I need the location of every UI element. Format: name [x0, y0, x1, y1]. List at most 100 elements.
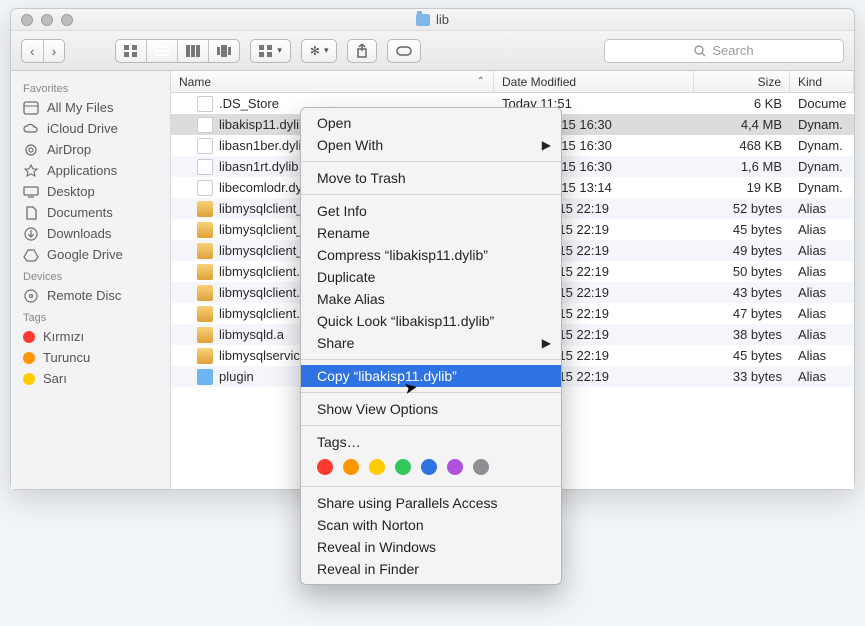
forward-button[interactable]: ›: [43, 40, 65, 62]
menu-share[interactable]: Share▶: [301, 332, 561, 354]
file-kind: Alias: [790, 285, 854, 300]
menu-show-view-options[interactable]: Show View Options: [301, 398, 561, 420]
menu-quick-look[interactable]: Quick Look “libakisp11.dylib”: [301, 310, 561, 332]
file-kind: Alias: [790, 222, 854, 237]
nav-back-forward: ‹ ›: [21, 39, 65, 63]
sidebar-header-tags: Tags: [23, 312, 170, 324]
toolbar: ‹ › ▾ ✻▾: [11, 31, 854, 71]
sidebar-item[interactable]: AirDrop: [19, 139, 170, 160]
menu-duplicate[interactable]: Duplicate: [301, 266, 561, 288]
downloads-icon: [23, 227, 39, 241]
sidebar-item[interactable]: Downloads: [19, 223, 170, 244]
back-button[interactable]: ‹: [22, 40, 43, 62]
close-window-button[interactable]: [21, 14, 33, 26]
file-size: 43 bytes: [694, 285, 790, 300]
sidebar-tag[interactable]: Kırmızı: [19, 326, 170, 347]
file-kind: Alias: [790, 369, 854, 384]
column-headers: Name⌃ Date Modified Size Kind: [171, 71, 854, 93]
share-button[interactable]: [347, 39, 377, 63]
column-size[interactable]: Size: [694, 71, 790, 92]
tag-color-button[interactable]: [473, 459, 489, 475]
menu-separator: [301, 486, 561, 487]
file-size: 52 bytes: [694, 201, 790, 216]
folder-icon: [416, 14, 430, 26]
sidebar-item-label: Remote Disc: [47, 288, 121, 303]
sidebar-tag[interactable]: Turuncu: [19, 347, 170, 368]
menu-separator: [301, 425, 561, 426]
file-size: 6 KB: [694, 96, 790, 111]
sidebar-item[interactable]: Google Drive: [19, 244, 170, 265]
sidebar-item[interactable]: Documents: [19, 202, 170, 223]
context-menu: Open Open With▶ Move to Trash Get Info R…: [300, 107, 562, 585]
coverflow-view-button[interactable]: [208, 40, 239, 62]
menu-rename[interactable]: Rename: [301, 222, 561, 244]
sort-indicator-icon: ⌃: [477, 76, 485, 87]
file-name: libmysqld.a: [219, 327, 284, 342]
sidebar-item-label: Turuncu: [43, 350, 90, 365]
tag-color-button[interactable]: [343, 459, 359, 475]
tag-color-button[interactable]: [317, 459, 333, 475]
file-size: 45 bytes: [694, 348, 790, 363]
menu-get-info[interactable]: Get Info: [301, 200, 561, 222]
menu-compress[interactable]: Compress “libakisp11.dylib”: [301, 244, 561, 266]
file-kind: Alias: [790, 348, 854, 363]
menu-copy[interactable]: Copy “libakisp11.dylib”: [301, 365, 561, 387]
sidebar-header-devices: Devices: [23, 271, 170, 283]
menu-make-alias[interactable]: Make Alias: [301, 288, 561, 310]
file-kind: Alias: [790, 243, 854, 258]
column-date[interactable]: Date Modified: [494, 71, 694, 92]
menu-tag-colors: [301, 453, 561, 481]
file-size: 19 KB: [694, 180, 790, 195]
sidebar-tag[interactable]: Sarı: [19, 368, 170, 389]
file-size: 4,4 MB: [694, 117, 790, 132]
file-kind: Alias: [790, 306, 854, 321]
menu-open[interactable]: Open: [301, 112, 561, 134]
column-view-button[interactable]: [177, 40, 208, 62]
file-size: 38 bytes: [694, 327, 790, 342]
sidebar-item[interactable]: Remote Disc: [19, 285, 170, 306]
sidebar-item[interactable]: Applications: [19, 160, 170, 181]
file-size: 47 bytes: [694, 306, 790, 321]
sidebar-item-label: All My Files: [47, 100, 113, 115]
sidebar-item[interactable]: All My Files: [19, 97, 170, 118]
file-name: libasn1rt.dylib: [219, 159, 299, 174]
tag-dot-icon: [23, 352, 35, 364]
sidebar-item-label: Sarı: [43, 371, 67, 386]
menu-scan-norton[interactable]: Scan with Norton: [301, 514, 561, 536]
menu-separator: [301, 392, 561, 393]
tags-button[interactable]: [387, 39, 421, 63]
tag-dot-icon: [23, 331, 35, 343]
tag-color-button[interactable]: [421, 459, 437, 475]
column-name[interactable]: Name⌃: [171, 71, 494, 92]
window-title: lib: [416, 12, 449, 27]
menu-open-with[interactable]: Open With▶: [301, 134, 561, 156]
arrange-button[interactable]: ▾: [250, 39, 291, 63]
file-size: 45 bytes: [694, 222, 790, 237]
search-input[interactable]: Search: [604, 39, 844, 63]
apps-icon: [23, 164, 39, 178]
menu-reveal-finder[interactable]: Reveal in Finder: [301, 558, 561, 580]
minimize-window-button[interactable]: [41, 14, 53, 26]
file-kind: Dynam.: [790, 180, 854, 195]
sidebar-item[interactable]: iCloud Drive: [19, 118, 170, 139]
menu-share-parallels[interactable]: Share using Parallels Access: [301, 492, 561, 514]
sidebar-header-favorites: Favorites: [23, 83, 170, 95]
sidebar-item[interactable]: Desktop: [19, 181, 170, 202]
icon-view-button[interactable]: [116, 40, 146, 62]
tag-color-button[interactable]: [395, 459, 411, 475]
tag-color-button[interactable]: [369, 459, 385, 475]
list-view-button[interactable]: [146, 40, 177, 62]
menu-tags-label[interactable]: Tags…: [301, 431, 561, 453]
menu-reveal-windows[interactable]: Reveal in Windows: [301, 536, 561, 558]
gdrive-icon: [23, 248, 39, 262]
menu-separator: [301, 194, 561, 195]
zoom-window-button[interactable]: [61, 14, 73, 26]
file-size: 1,6 MB: [694, 159, 790, 174]
file-kind: Docume: [790, 96, 854, 111]
view-switch: [115, 39, 240, 63]
tag-color-button[interactable]: [447, 459, 463, 475]
file-kind: Alias: [790, 264, 854, 279]
column-kind[interactable]: Kind: [790, 71, 854, 92]
action-button[interactable]: ✻▾: [301, 39, 338, 63]
menu-move-to-trash[interactable]: Move to Trash: [301, 167, 561, 189]
